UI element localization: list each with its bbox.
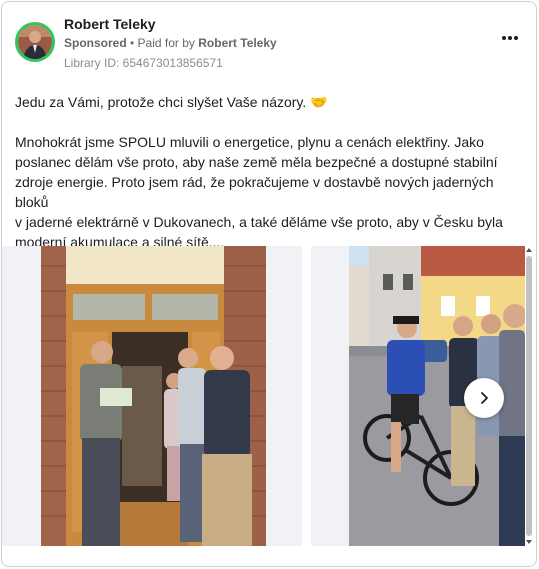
paid-for-name: Robert Teleky [198, 36, 277, 50]
avatar-photo [18, 25, 52, 59]
vertical-scrollbar[interactable] [525, 246, 533, 546]
post-line-2: Mnohokrát jsme SPOLU mluvili o energetic… [15, 134, 484, 150]
dot [502, 36, 506, 40]
dot [514, 36, 518, 40]
ad-card: Robert Teleky Sponsored • Paid for by Ro… [1, 1, 537, 567]
post-line-1: Jedu za Vámi, protože chci slyšet Vaše n… [15, 92, 525, 112]
author-name[interactable]: Robert Teleky [64, 16, 156, 32]
post-line-3: poslanec dělám vše proto, aby naše země … [15, 154, 498, 170]
handshake-emoji-icon: 🤝 [310, 94, 328, 110]
post-line-5: v jaderné elektrárně v Dukovanech, a tak… [15, 214, 503, 230]
post-line-4: zdroje energie. Proto jsem rád, že pokra… [15, 174, 494, 210]
scroll-up-arrow-icon[interactable] [525, 246, 533, 254]
chevron-right-icon [481, 392, 488, 404]
carousel-slide-1[interactable] [2, 246, 302, 546]
paid-for-prefix: • Paid for by [130, 36, 195, 50]
avatar[interactable] [15, 22, 55, 62]
image-carousel [2, 246, 536, 548]
sponsored-line: Sponsored • Paid for by Robert Teleky [64, 36, 277, 50]
scrollbar-thumb[interactable] [526, 256, 532, 536]
library-id: Library ID: 654673013856571 [64, 56, 223, 70]
doorway-photo [2, 246, 302, 546]
sponsored-label: Sponsored [64, 36, 127, 50]
post-header: Robert Teleky Sponsored • Paid for by Ro… [2, 2, 536, 78]
carousel-next-button[interactable] [464, 378, 504, 418]
post-intro: Jedu za Vámi, protože chci slyšet Vaše n… [15, 94, 307, 110]
more-options-icon[interactable] [498, 30, 522, 46]
post-text: Jedu za Vámi, protože chci slyšet Vaše n… [15, 92, 525, 252]
scroll-down-arrow-icon[interactable] [525, 538, 533, 546]
dot [508, 36, 512, 40]
